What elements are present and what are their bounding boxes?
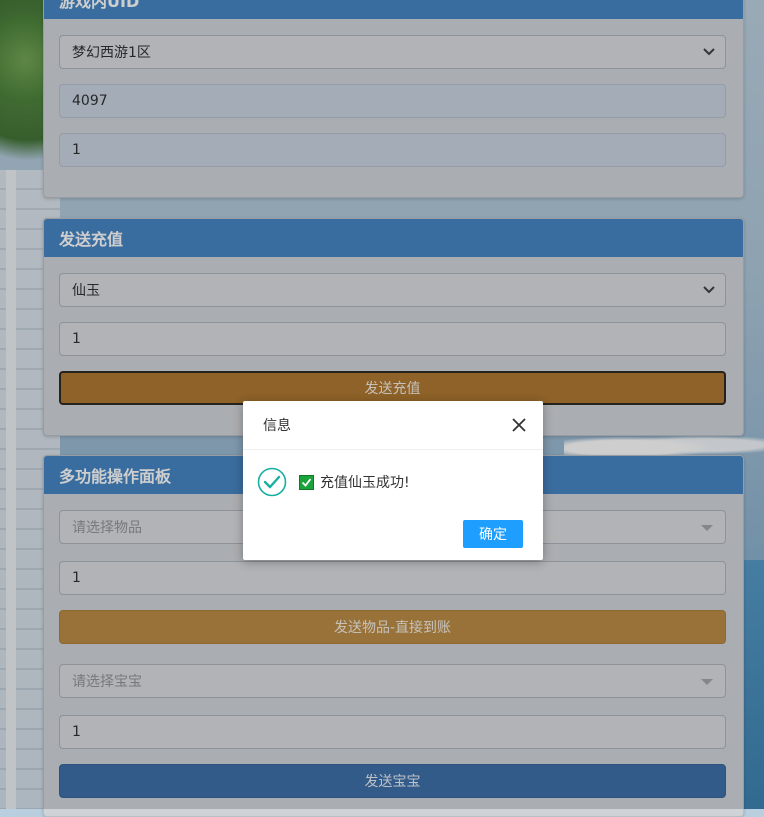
dialog-body: 充值仙玉成功! <box>257 467 410 497</box>
confirm-button[interactable]: 确定 <box>463 520 523 548</box>
dialog-header: 信息 <box>243 401 543 450</box>
dialog-message: 充值仙玉成功! <box>320 475 410 491</box>
info-dialog: 信息 充值仙玉成功! 确定 <box>243 401 543 560</box>
close-icon[interactable] <box>511 417 527 433</box>
success-check-icon <box>257 467 287 497</box>
checked-box-icon <box>299 474 314 490</box>
dialog-title: 信息 <box>263 418 291 434</box>
